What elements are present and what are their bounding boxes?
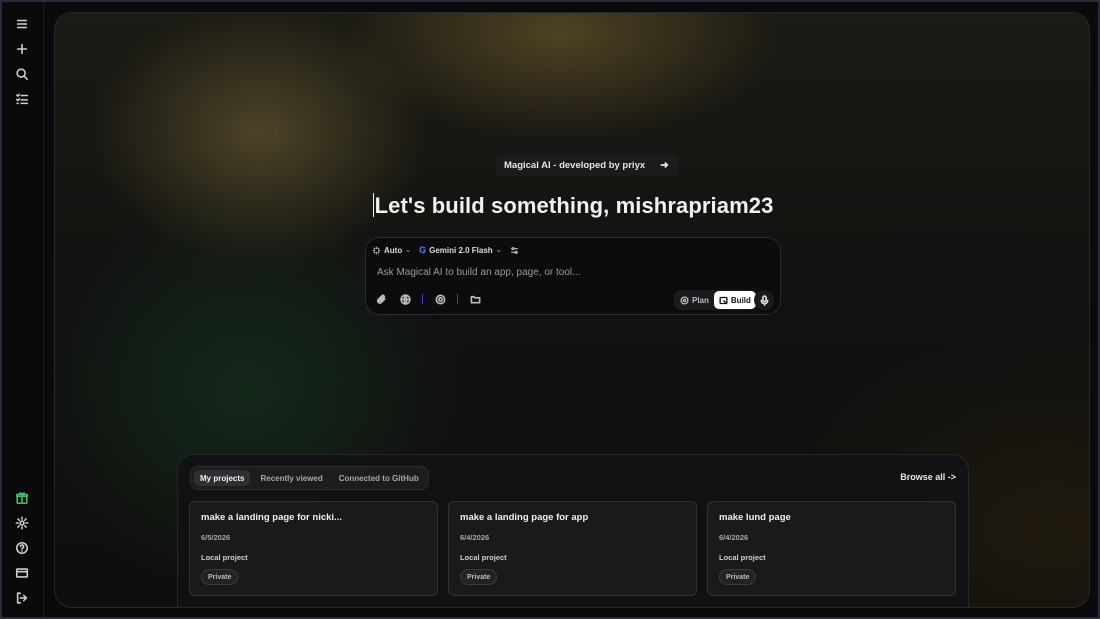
project-title: make lund page [719,512,791,523]
mode-label: Auto [384,245,403,255]
search-icon[interactable] [13,65,31,83]
divider [457,294,458,304]
build-label: Build [730,295,751,305]
divider [422,294,423,304]
theme-icon[interactable] [433,292,447,306]
arrow-right-icon [660,161,669,169]
page-title-text: Let's build something, mishrapriam23 [374,193,774,218]
project-date: 6/5/2026 [201,533,231,542]
project-date: 6/4/2026 [719,533,749,542]
chevron-down-icon: ⌄ [405,247,412,254]
sparkle-icon [372,246,381,254]
attach-icon[interactable] [374,292,388,306]
tab-recently-viewed[interactable]: Recently viewed [254,470,328,486]
plus-icon[interactable] [13,40,31,58]
visibility-badge: Private [719,569,757,585]
sliders-icon [510,246,518,254]
prompt-options: Auto ⌄ G Gemini 2.0 Flash ⌄ [372,245,519,255]
tab-connected-github[interactable]: Connected to GitHub [333,470,425,486]
project-type: Local project [201,553,248,562]
main-panel: Magical AI - developed by priyx Let's bu… [54,12,1090,608]
announcement-banner[interactable]: Magical AI - developed by priyx [495,154,679,176]
card-icon[interactable] [13,564,31,582]
project-card[interactable]: make a landing page for nicki... 6/5/202… [189,501,438,596]
menu-icon[interactable] [13,15,31,33]
prompt-input[interactable] [377,264,767,280]
project-type: Local project [719,553,766,562]
plan-build-toggle: Plan Build [674,290,757,310]
page-title: Let's build something, mishrapriam23 [55,193,1089,219]
list-icon[interactable] [13,90,31,108]
gift-icon[interactable] [13,489,31,507]
project-cards: make a landing page for nicki... 6/5/202… [189,501,956,596]
mode-selector[interactable]: Auto ⌄ [372,246,411,255]
microphone-icon [759,294,769,306]
project-card[interactable]: make a landing page for app 6/4/2026 Loc… [448,501,697,596]
google-icon: G [419,245,427,255]
build-icon [719,296,728,304]
app-window: Magical AI - developed by priyx Let's bu… [0,0,1100,619]
visibility-badge: Private [460,569,498,585]
prompt-box: Auto ⌄ G Gemini 2.0 Flash ⌄ Ask Magical … [365,237,781,315]
settings-toggle-button[interactable] [510,246,519,255]
tab-my-projects[interactable]: My projects [194,470,251,486]
browse-all-link[interactable]: Browse all -> [900,472,956,482]
project-title: make a landing page for nicki... [201,512,342,523]
projects-panel: My projects Recently viewed Connected to… [177,454,969,607]
help-icon[interactable] [13,539,31,557]
model-label: Gemini 2.0 Flash [429,245,493,255]
announcement-text: Magical AI - developed by priyx [504,159,646,171]
microphone-button[interactable] [754,290,774,310]
plan-icon [680,295,689,305]
folder-icon[interactable] [468,292,482,306]
project-title: make a landing page for app [460,512,589,523]
project-date: 6/4/2026 [460,533,490,542]
project-card[interactable]: make lund page 6/4/2026 Local project Pr… [707,501,956,596]
prompt-tools [374,292,482,306]
globe-icon[interactable] [398,292,412,306]
plan-label: Plan [692,295,709,305]
gear-icon[interactable] [13,514,31,532]
model-selector[interactable]: G Gemini 2.0 Flash ⌄ [419,245,501,255]
projects-tabs: My projects Recently viewed Connected to… [190,466,429,490]
build-button[interactable]: Build [713,291,756,309]
text-caret [372,193,374,217]
visibility-badge: Private [201,569,239,585]
chevron-down-icon: ⌄ [495,247,502,254]
project-type: Local project [460,553,507,562]
plan-button[interactable]: Plan [675,291,714,309]
sidebar [2,2,44,617]
logout-icon[interactable] [13,589,31,607]
